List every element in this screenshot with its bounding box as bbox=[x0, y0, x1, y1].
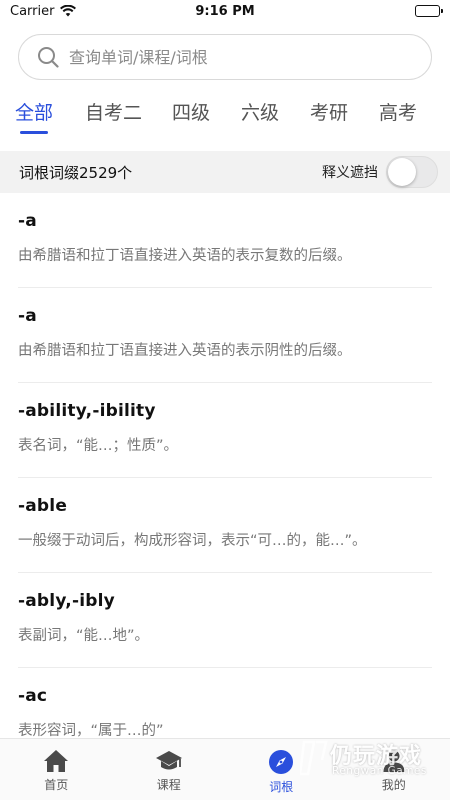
nav-courses-label: 课程 bbox=[156, 778, 181, 792]
wifi-icon bbox=[60, 5, 77, 17]
search-input[interactable] bbox=[69, 47, 399, 67]
tab-zikao-2[interactable]: 自考二 bbox=[85, 98, 142, 125]
nav-profile[interactable]: 我的 bbox=[338, 739, 450, 800]
list-item[interactable]: -able 一般缀于动词后，构成形容词，表示“可…的，能…”。 bbox=[18, 478, 432, 573]
list-item[interactable]: -ability,-ibility 表名词，“能…；性质”。 bbox=[18, 383, 432, 478]
root-term: -a bbox=[18, 211, 37, 231]
meaning-mask-toggle[interactable] bbox=[386, 156, 438, 188]
tab-gaokao[interactable]: 高考 bbox=[379, 98, 417, 125]
root-term: -able bbox=[18, 496, 68, 516]
root-count-label: 词根词缀2529个 bbox=[19, 163, 133, 182]
root-meaning: 表名词，“能…；性质”。 bbox=[18, 438, 179, 454]
root-term: -a bbox=[18, 306, 37, 326]
list-item[interactable]: -a 由希腊语和拉丁语直接进入英语的表示复数的后缀。 bbox=[18, 193, 432, 288]
root-meaning: 表形容词，“属于…的” bbox=[18, 723, 164, 739]
root-term: -ability,-ibility bbox=[18, 401, 156, 421]
list-header: 词根词缀2529个 释义遮挡 bbox=[0, 151, 450, 193]
list-item[interactable]: -ably,-ibly 表副词，“能…地”。 bbox=[18, 573, 432, 668]
search-bar[interactable] bbox=[18, 34, 432, 80]
tab-all[interactable]: 全部 bbox=[15, 98, 53, 125]
root-term: -ably,-ibly bbox=[18, 591, 115, 611]
nav-profile-label: 我的 bbox=[381, 778, 406, 792]
category-tabs: 全部 自考二 四级 六级 考研 高考 bbox=[0, 98, 450, 138]
status-bar: Carrier 9:16 PM bbox=[0, 0, 450, 22]
search-icon bbox=[38, 47, 59, 68]
user-icon bbox=[383, 750, 405, 772]
compass-icon bbox=[269, 750, 294, 774]
carrier-info: Carrier bbox=[10, 3, 77, 19]
root-term: -ac bbox=[18, 686, 48, 706]
toggle-knob bbox=[388, 158, 416, 186]
tab-postgraduate[interactable]: 考研 bbox=[310, 98, 348, 125]
tab-cet6[interactable]: 六级 bbox=[241, 98, 279, 125]
list-item[interactable]: -a 由希腊语和拉丁语直接进入英语的表示阴性的后缀。 bbox=[18, 288, 432, 383]
nav-home-label: 首页 bbox=[44, 778, 69, 792]
root-meaning: 一般缀于动词后，构成形容词，表示“可…的，能…”。 bbox=[18, 533, 367, 549]
root-list: -a 由希腊语和拉丁语直接进入英语的表示复数的后缀。 -a 由希腊语和拉丁语直接… bbox=[0, 193, 450, 763]
home-icon bbox=[44, 750, 69, 772]
tab-cet4[interactable]: 四级 bbox=[172, 98, 210, 125]
root-meaning: 由希腊语和拉丁语直接进入英语的表示阴性的后缀。 bbox=[18, 343, 352, 359]
bottom-nav: 首页 课程 词根 我的 bbox=[0, 738, 450, 800]
nav-roots[interactable]: 词根 bbox=[225, 739, 338, 800]
nav-roots-label: 词根 bbox=[269, 780, 294, 794]
nav-home[interactable]: 首页 bbox=[0, 739, 113, 800]
root-meaning: 由希腊语和拉丁语直接进入英语的表示复数的后缀。 bbox=[18, 248, 352, 264]
battery-icon bbox=[415, 5, 443, 17]
nav-courses[interactable]: 课程 bbox=[113, 739, 226, 800]
meaning-mask-label: 释义遮挡 bbox=[322, 165, 378, 181]
root-meaning: 表副词，“能…地”。 bbox=[18, 628, 150, 644]
active-tab-indicator bbox=[20, 131, 48, 134]
graduation-cap-icon bbox=[155, 751, 182, 770]
carrier-label: Carrier bbox=[10, 3, 55, 19]
